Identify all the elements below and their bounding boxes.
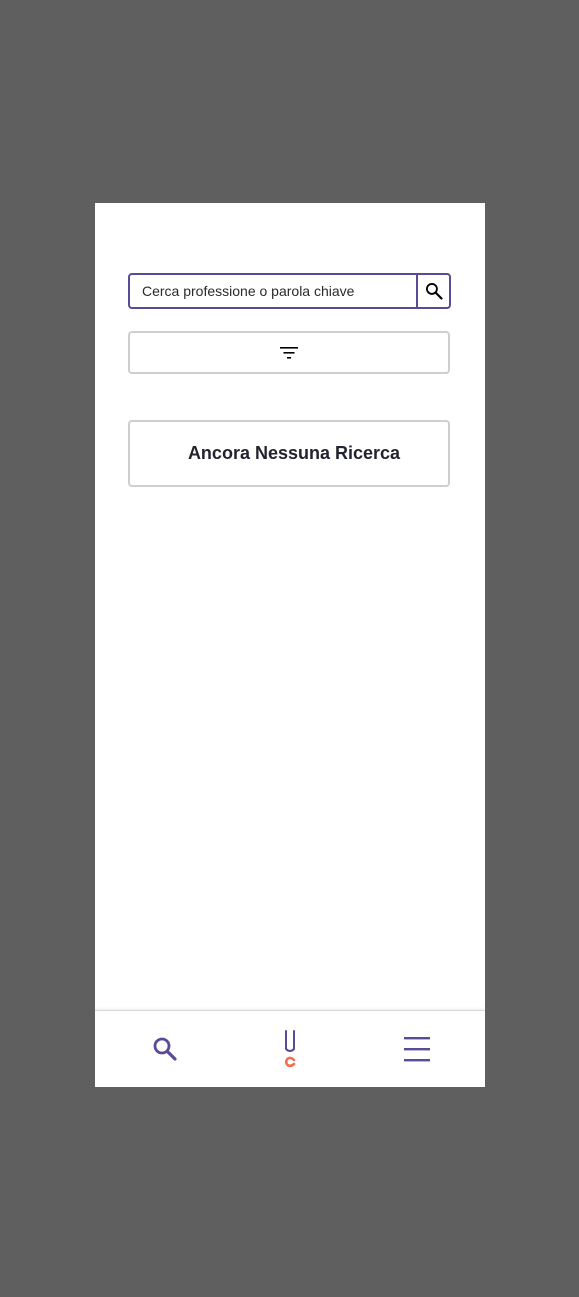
hamburger-menu-icon <box>404 1037 430 1062</box>
filter-button[interactable] <box>128 331 450 374</box>
bottom-navigation <box>95 1010 485 1087</box>
app-logo-icon <box>284 1030 296 1068</box>
search-button[interactable] <box>416 275 449 307</box>
nav-menu-button[interactable] <box>392 1011 442 1087</box>
search-icon <box>153 1037 177 1061</box>
app-screen: Ancora Nessuna Ricerca <box>95 203 485 1087</box>
search-bar <box>128 273 451 309</box>
nav-home-button[interactable] <box>265 1011 315 1087</box>
filter-icon <box>280 346 298 359</box>
search-icon <box>425 283 443 300</box>
empty-results-message: Ancora Nessuna Ricerca <box>187 443 401 463</box>
search-input[interactable] <box>130 275 416 307</box>
nav-search-button[interactable] <box>140 1011 190 1087</box>
empty-results-card: Ancora Nessuna Ricerca <box>128 420 450 487</box>
